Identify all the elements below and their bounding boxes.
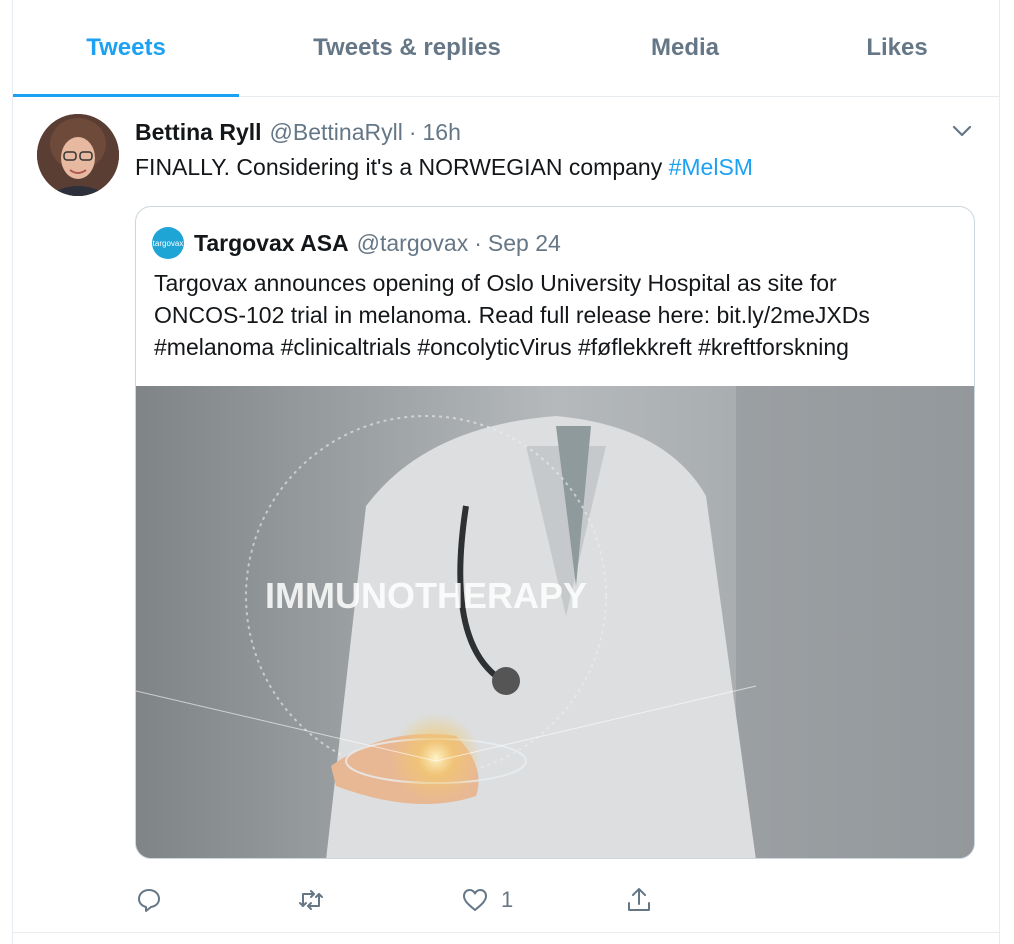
author-handle[interactable]: @BettinaRyll	[270, 119, 403, 146]
hashtag-link[interactable]: #MelSM	[669, 154, 753, 180]
quoted-tweet-image[interactable]: IMMUNOTHERAPY	[136, 386, 974, 858]
tab-tweets-and-replies[interactable]: Tweets & replies	[239, 0, 575, 96]
retweet-icon	[299, 890, 323, 910]
reply-icon	[138, 889, 160, 912]
profile-tabs: Tweets Tweets & replies Media Likes	[13, 0, 999, 97]
like-button[interactable]: 1	[461, 880, 513, 920]
author-name[interactable]: Bettina Ryll	[135, 119, 262, 146]
quoted-author-handle[interactable]: @targovax	[357, 230, 469, 257]
image-overlay-text: IMMUNOTHERAPY	[265, 575, 587, 616]
tweet-body: FINALLY. Considering it's a NORWEGIAN co…	[135, 154, 669, 180]
quoted-timestamp[interactable]: Sep 24	[488, 230, 561, 257]
divider	[13, 932, 999, 933]
like-count: 1	[501, 887, 514, 912]
quoted-tweet-text: Targovax announces opening of Oslo Unive…	[154, 267, 964, 363]
tab-tweets[interactable]: Tweets	[13, 0, 239, 97]
tab-likes[interactable]: Likes	[795, 0, 999, 96]
quoted-text-line: ONCOS-102 trial in melanoma. Read full r…	[154, 302, 870, 328]
logo-text: targovax	[152, 238, 184, 248]
avatar[interactable]	[37, 114, 119, 196]
reply-button[interactable]	[135, 880, 163, 920]
profile-timeline: Tweets Tweets & replies Media Likes Bett…	[12, 0, 1000, 944]
tweet-header: Bettina Ryll @BettinaRyll · 16h	[135, 116, 461, 148]
quoted-tweet-header: targovax Targovax ASA @targovax · Sep 24	[152, 225, 561, 261]
targovax-logo-icon: targovax	[152, 227, 184, 259]
share-icon	[628, 888, 650, 911]
quoted-text-line: #melanoma #clinicaltrials #oncolyticViru…	[154, 334, 849, 360]
heart-icon	[463, 889, 487, 911]
separator: ·	[474, 229, 482, 256]
tab-media[interactable]: Media	[575, 0, 795, 96]
retweet-button[interactable]	[297, 880, 325, 920]
quoted-tweet[interactable]: targovax Targovax ASA @targovax · Sep 24…	[135, 206, 975, 859]
separator: ·	[408, 118, 417, 145]
quoted-author-name[interactable]: Targovax ASA	[194, 230, 349, 257]
chevron-down-icon[interactable]	[949, 118, 975, 144]
tweet-text: FINALLY. Considering it's a NORWEGIAN co…	[135, 152, 753, 182]
tweet-actions: 1	[135, 880, 735, 920]
quoted-text-line: Targovax announces opening of Oslo Unive…	[154, 270, 837, 296]
share-button[interactable]	[625, 880, 653, 920]
timestamp[interactable]: 16h	[423, 119, 461, 146]
